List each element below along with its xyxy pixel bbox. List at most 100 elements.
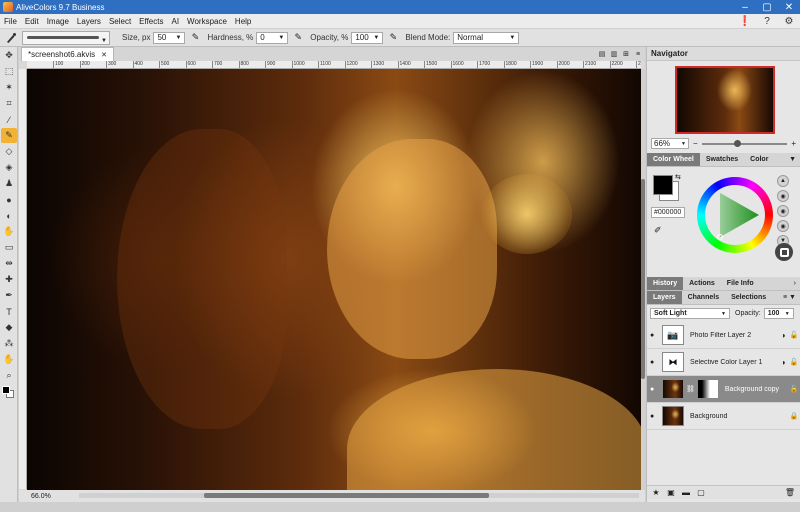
color-mode-button[interactable]: ▲ <box>777 175 789 187</box>
fill-tool-icon[interactable]: ◈ <box>1 160 17 175</box>
opacity-field[interactable]: 100 ▼ <box>351 31 384 44</box>
shape-tool-icon[interactable]: ◆ <box>1 320 17 335</box>
maximize-button[interactable]: ▢ <box>756 0 778 14</box>
eye-icon[interactable]: ● <box>650 386 660 393</box>
horizontal-scrollbar[interactable] <box>79 493 639 498</box>
image-canvas[interactable] <box>27 69 641 490</box>
magic-wand-icon[interactable]: ✶ <box>1 80 17 95</box>
zoom-out-icon[interactable]: − <box>693 139 698 148</box>
transform-tool-icon[interactable]: ⇹ <box>1 256 17 271</box>
eye-icon[interactable]: ● <box>650 413 660 420</box>
lock-icon[interactable]: 🔒 <box>788 412 800 420</box>
menu-ai[interactable]: AI <box>167 17 183 26</box>
swap-colors-icon[interactable]: ⇆ <box>675 173 681 181</box>
document-tab[interactable]: *screenshot6.akvis ✕ <box>21 47 115 61</box>
folder-icon[interactable]: ▬ <box>680 488 692 497</box>
brush-preset-selector[interactable]: ▼ <box>22 30 110 45</box>
panel-menu-icon[interactable]: ≡ <box>633 49 643 59</box>
tab-swatches[interactable]: Swatches <box>700 153 744 166</box>
tab-file-info[interactable]: File Info <box>721 277 760 290</box>
layer-mask-thumbnail[interactable] <box>696 379 719 399</box>
layer-row-selective-color[interactable]: ● ⧓ Selective Color Layer 1 ◑ 🔓 <box>647 349 800 376</box>
tab-channels[interactable]: Channels <box>682 291 726 304</box>
eraser-tool-icon[interactable]: ◇ <box>1 144 17 159</box>
color-mode-button[interactable]: ◉ <box>777 220 789 232</box>
hardness-field[interactable]: 0 ▼ <box>256 31 289 44</box>
zoom-level[interactable]: 66.0% <box>19 493 79 500</box>
zoom-tool-icon[interactable]: ⌕ <box>1 368 17 383</box>
lock-icon[interactable]: 🔓 <box>788 358 800 366</box>
blend-mode-select[interactable]: Normal ▼ <box>453 31 520 44</box>
menu-image[interactable]: Image <box>43 17 73 26</box>
menu-edit[interactable]: Edit <box>21 17 43 26</box>
brush-icon[interactable] <box>4 31 18 45</box>
text-tool-icon[interactable]: T <box>1 304 17 319</box>
zoom-slider[interactable] <box>701 139 788 147</box>
tab-layers[interactable]: Layers <box>647 291 682 304</box>
layer-style-icon[interactable]: ★ <box>650 488 662 497</box>
lock-icon[interactable]: 🔓 <box>788 385 800 393</box>
stamp-tool-icon[interactable]: ♟ <box>1 176 17 191</box>
layer-row-background-copy[interactable]: ● ⛓ Background copy 🔓 <box>647 376 800 403</box>
tile-view-icon[interactable]: ⊞ <box>621 49 631 59</box>
menu-help[interactable]: Help <box>231 17 255 26</box>
crop-tool-icon[interactable]: ⌗ <box>1 96 17 111</box>
color-picker-icon[interactable]: ⁂ <box>1 336 17 351</box>
panel-menu-icon[interactable]: ≡ ▼ <box>779 291 800 304</box>
zoom-in-icon[interactable]: + <box>791 139 796 148</box>
foreground-color-swatch[interactable] <box>2 386 10 394</box>
size-field[interactable]: 50 ▼ <box>153 31 186 44</box>
pen-tool-icon[interactable]: ✒ <box>1 288 17 303</box>
tab-color-wheel[interactable]: Color Wheel <box>647 153 700 166</box>
new-group-icon[interactable]: ▣ <box>665 488 677 497</box>
tab-selections[interactable]: Selections <box>725 291 772 304</box>
menu-workspace[interactable]: Workspace <box>183 17 231 26</box>
eye-icon[interactable]: ● <box>650 332 660 339</box>
pressure-icon[interactable]: ✎ <box>189 32 201 44</box>
menu-layers[interactable]: Layers <box>73 17 105 26</box>
gradient-tool-icon[interactable]: ▭ <box>1 240 17 255</box>
healing-tool-icon[interactable]: ✚ <box>1 272 17 287</box>
new-document-icon[interactable]: ▤ <box>597 49 607 59</box>
fg-bg-colors[interactable] <box>1 385 17 399</box>
close-button[interactable]: ✕ <box>778 0 800 14</box>
eye-icon[interactable]: ● <box>650 359 660 366</box>
close-tab-icon[interactable]: ✕ <box>101 51 107 59</box>
tab-history[interactable]: History <box>647 277 684 290</box>
foreground-color-swatch[interactable] <box>653 175 673 195</box>
vertical-scrollbar[interactable] <box>641 69 645 490</box>
lock-icon[interactable]: 🔓 <box>788 331 800 339</box>
layer-row-background[interactable]: ● Background 🔒 <box>647 403 800 430</box>
brush-tool-icon[interactable]: ✎ <box>1 128 17 143</box>
trash-icon[interactable]: 🗑 <box>784 488 796 497</box>
minimize-button[interactable]: – <box>734 0 756 14</box>
warning-icon[interactable]: ❗ <box>738 14 752 28</box>
marquee-tool-icon[interactable]: ⬚ <box>1 64 17 79</box>
pressure-icon[interactable]: ✎ <box>292 32 304 44</box>
color-mode-button[interactable]: ◉ <box>777 205 789 217</box>
layer-row-photo-filter[interactable]: ● 📷 Photo Filter Layer 2 ◑ 🔓 <box>647 322 800 349</box>
color-wheel[interactable] <box>697 177 773 253</box>
smudge-tool-icon[interactable]: ✋ <box>1 224 17 239</box>
color-mode-button[interactable]: ◉ <box>777 190 789 202</box>
blur-tool-icon[interactable]: ● <box>1 192 17 207</box>
menu-effects[interactable]: Effects <box>135 17 167 26</box>
panel-expand-icon[interactable]: › <box>790 277 800 290</box>
new-layer-icon[interactable]: ▢ <box>695 488 707 497</box>
square-shape-icon[interactable] <box>775 243 793 261</box>
gear-icon[interactable]: ⚙ <box>782 14 796 28</box>
move-tool-icon[interactable]: ✥ <box>1 48 17 63</box>
tab-actions[interactable]: Actions <box>683 277 721 290</box>
layer-blend-select[interactable]: Soft Light ▼ <box>650 308 730 319</box>
pressure-icon[interactable]: ✎ <box>387 32 399 44</box>
panel-menu-icon[interactable]: ▼ <box>785 153 800 166</box>
tab-list-icon[interactable]: ▥ <box>609 49 619 59</box>
chain-link-icon[interactable]: ⛓ <box>686 385 695 393</box>
help-icon[interactable]: ? <box>760 14 774 28</box>
layer-opacity-field[interactable]: 100 ▼ <box>763 308 794 319</box>
hand-tool-icon[interactable]: ✋ <box>1 352 17 367</box>
tab-color[interactable]: Color <box>744 153 774 166</box>
hex-color-field[interactable]: #000000 <box>651 207 685 218</box>
dodge-tool-icon[interactable]: ◐ <box>1 208 17 223</box>
navigator-zoom-select[interactable]: 66% ▼ <box>651 138 689 149</box>
